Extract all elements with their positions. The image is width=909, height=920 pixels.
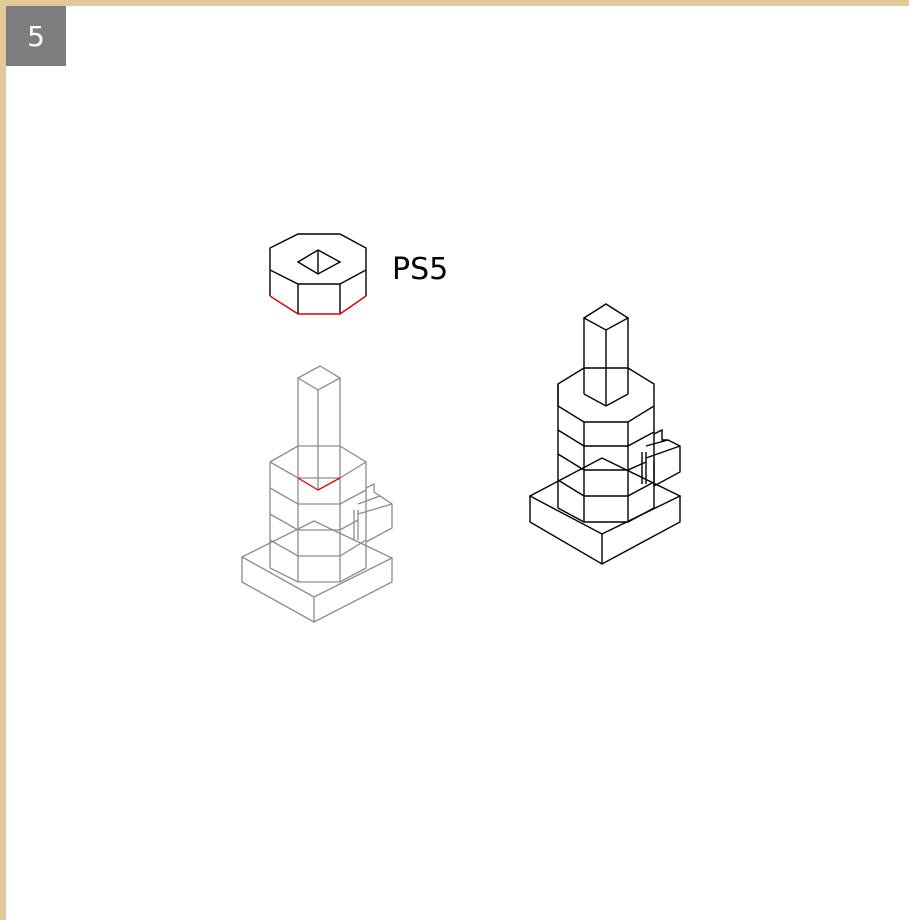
ghost-base-top xyxy=(240,520,394,598)
part-ps5-octagonal-ring xyxy=(269,233,367,315)
existing-assembly-ghost xyxy=(240,365,394,623)
ghost-post-base-highlight xyxy=(297,477,341,491)
ring-square-hole xyxy=(296,249,342,275)
assembly-drawing xyxy=(240,233,682,623)
result-post-top xyxy=(582,303,630,331)
ghost-post-top xyxy=(296,365,342,391)
result-assembly xyxy=(528,303,682,565)
ring-bottom-edge-highlight xyxy=(269,295,367,315)
